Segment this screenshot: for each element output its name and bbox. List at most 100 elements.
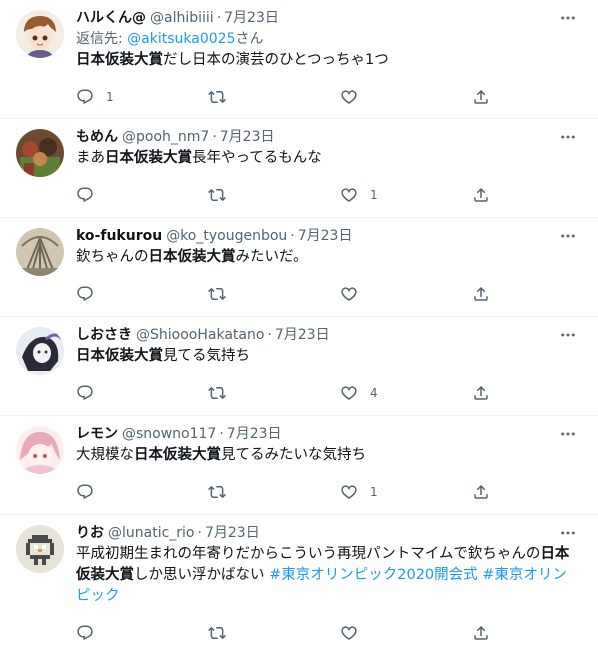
- retweet-button[interactable]: [208, 624, 340, 642]
- tweet-actions: 1: [76, 87, 582, 107]
- retweet-button[interactable]: [208, 483, 340, 501]
- reply-to-link[interactable]: @akitsuka0025: [127, 31, 235, 47]
- user-handle[interactable]: @alhibiiii: [150, 8, 214, 28]
- retweet-button[interactable]: [208, 384, 340, 402]
- user-handle[interactable]: @pooh_nm7: [122, 127, 209, 147]
- user-handle[interactable]: @ShioooHakatano: [136, 325, 264, 345]
- share-button[interactable]: [472, 186, 490, 204]
- tweet[interactable]: もめん @pooh_nm7 · 7月23日 まあ日本仮装大賞長年やってるもんな …: [0, 119, 598, 218]
- separator-dot: ·: [219, 426, 224, 442]
- text-part: みたいだ。: [235, 249, 308, 265]
- like-button[interactable]: [340, 624, 472, 642]
- tweet-actions: 4: [76, 383, 582, 403]
- reply-prefix: 返信先:: [76, 31, 128, 47]
- retweet-icon: [208, 384, 226, 402]
- reply-button[interactable]: [76, 186, 208, 204]
- avatar[interactable]: [16, 228, 64, 276]
- retweet-button[interactable]: [208, 186, 340, 204]
- like-button[interactable]: 1: [340, 483, 472, 501]
- user-handle[interactable]: @snowno117: [122, 424, 216, 444]
- text-part: まあ: [76, 150, 105, 166]
- like-button[interactable]: [340, 88, 472, 106]
- share-icon: [472, 624, 490, 642]
- tweet[interactable]: ハルくん@ @alhibiiii · 7月23日 返信先: @akitsuka0…: [0, 0, 598, 119]
- tweet-text: まあ日本仮装大賞長年やってるもんな: [76, 148, 582, 169]
- display-name[interactable]: しおさき: [76, 325, 132, 345]
- share-button[interactable]: [472, 88, 490, 106]
- text-bold: 日本仮装大賞: [148, 249, 236, 265]
- retweet-icon: [208, 483, 226, 501]
- tweet[interactable]: ko-fukurou @ko_tyougenbou · 7月23日 欽ちゃんの日…: [0, 218, 598, 317]
- heart-icon: [340, 186, 358, 204]
- like-count: 1: [370, 485, 378, 499]
- heart-icon: [340, 384, 358, 402]
- text-part: 平成初期生まれの年寄りだからこういう再現パントマイムで欽ちゃんの: [76, 546, 541, 562]
- avatar[interactable]: [16, 129, 64, 177]
- display-name[interactable]: ハルくん@: [76, 8, 146, 28]
- tweet-date[interactable]: 7月23日: [205, 523, 260, 543]
- display-name[interactable]: ko-fukurou: [76, 226, 162, 246]
- reply-icon: [76, 384, 94, 402]
- more-dots-icon[interactable]: [556, 8, 580, 28]
- like-button[interactable]: 1: [340, 186, 472, 204]
- user-handle[interactable]: @lunatic_rio: [108, 523, 195, 543]
- avatar[interactable]: [16, 426, 64, 474]
- retweet-icon: [208, 186, 226, 204]
- heart-icon: [340, 624, 358, 642]
- display-name[interactable]: レモン: [76, 424, 118, 444]
- tweet[interactable]: りお @lunatic_rio · 7月23日 平成初期生まれの年寄りだからこう…: [0, 515, 598, 656]
- tweet-text: 欽ちゃんの日本仮装大賞みたいだ。: [76, 247, 582, 268]
- display-name[interactable]: もめん: [76, 127, 118, 147]
- hashtag-link[interactable]: #東京オリンピック2020開会式: [269, 567, 478, 583]
- tweet[interactable]: レモン @snowno117 · 7月23日 大規模な日本仮装大賞見てるみたいな…: [0, 416, 598, 515]
- like-count: 1: [370, 188, 378, 202]
- more-dots-icon[interactable]: [556, 325, 580, 345]
- tweet-date[interactable]: 7月23日: [275, 325, 330, 345]
- text-part: だし日本の演芸のひとつっちゃ1つ: [163, 52, 389, 68]
- tweet-date[interactable]: 7月23日: [220, 127, 275, 147]
- share-icon: [472, 483, 490, 501]
- more-dots-icon[interactable]: [556, 127, 580, 147]
- tweet[interactable]: しおさき @ShioooHakatano · 7月23日 日本仮装大賞見てる気持…: [0, 317, 598, 416]
- more-dots-icon[interactable]: [556, 424, 580, 444]
- text-bold: 日本仮装大賞: [76, 52, 163, 68]
- share-icon: [472, 186, 490, 204]
- heart-icon: [340, 483, 358, 501]
- tweet-text: 大規模な日本仮装大賞見てるみたいな気持ち: [76, 445, 582, 466]
- tweet-actions: [76, 623, 582, 643]
- separator-dot: ·: [290, 228, 295, 244]
- separator-dot: ·: [216, 10, 222, 26]
- share-button[interactable]: [472, 624, 490, 642]
- reply-button[interactable]: [76, 483, 208, 501]
- reply-button[interactable]: 1: [76, 88, 208, 106]
- avatar[interactable]: [16, 327, 64, 375]
- more-dots-icon[interactable]: [556, 523, 580, 543]
- separator-dot: ·: [267, 327, 272, 343]
- avatar[interactable]: [16, 10, 64, 58]
- more-dots-icon[interactable]: [556, 226, 580, 246]
- reply-button[interactable]: [76, 624, 208, 642]
- avatar[interactable]: [16, 525, 64, 573]
- retweet-button[interactable]: [208, 88, 340, 106]
- text-part: 長年やってるもんな: [192, 150, 322, 166]
- share-button[interactable]: [472, 285, 490, 303]
- display-name[interactable]: りお: [76, 523, 104, 543]
- share-button[interactable]: [472, 384, 490, 402]
- share-icon: [472, 88, 490, 106]
- tweet-date[interactable]: 7月23日: [224, 8, 279, 28]
- reply-button[interactable]: [76, 384, 208, 402]
- reply-count: 1: [106, 90, 114, 104]
- retweet-icon: [208, 88, 226, 106]
- tweet-actions: 1: [76, 482, 582, 502]
- retweet-button[interactable]: [208, 285, 340, 303]
- reply-button[interactable]: [76, 285, 208, 303]
- text-part: 欽ちゃんの: [76, 249, 149, 265]
- like-button[interactable]: [340, 285, 472, 303]
- text-bold: 日本仮装大賞: [105, 150, 192, 166]
- tweet-date[interactable]: 7月23日: [227, 424, 282, 444]
- text-bold: 日本仮装大賞: [134, 447, 221, 463]
- like-button[interactable]: 4: [340, 384, 472, 402]
- user-handle[interactable]: @ko_tyougenbou: [166, 226, 287, 246]
- tweet-date[interactable]: 7月23日: [298, 226, 353, 246]
- share-button[interactable]: [472, 483, 490, 501]
